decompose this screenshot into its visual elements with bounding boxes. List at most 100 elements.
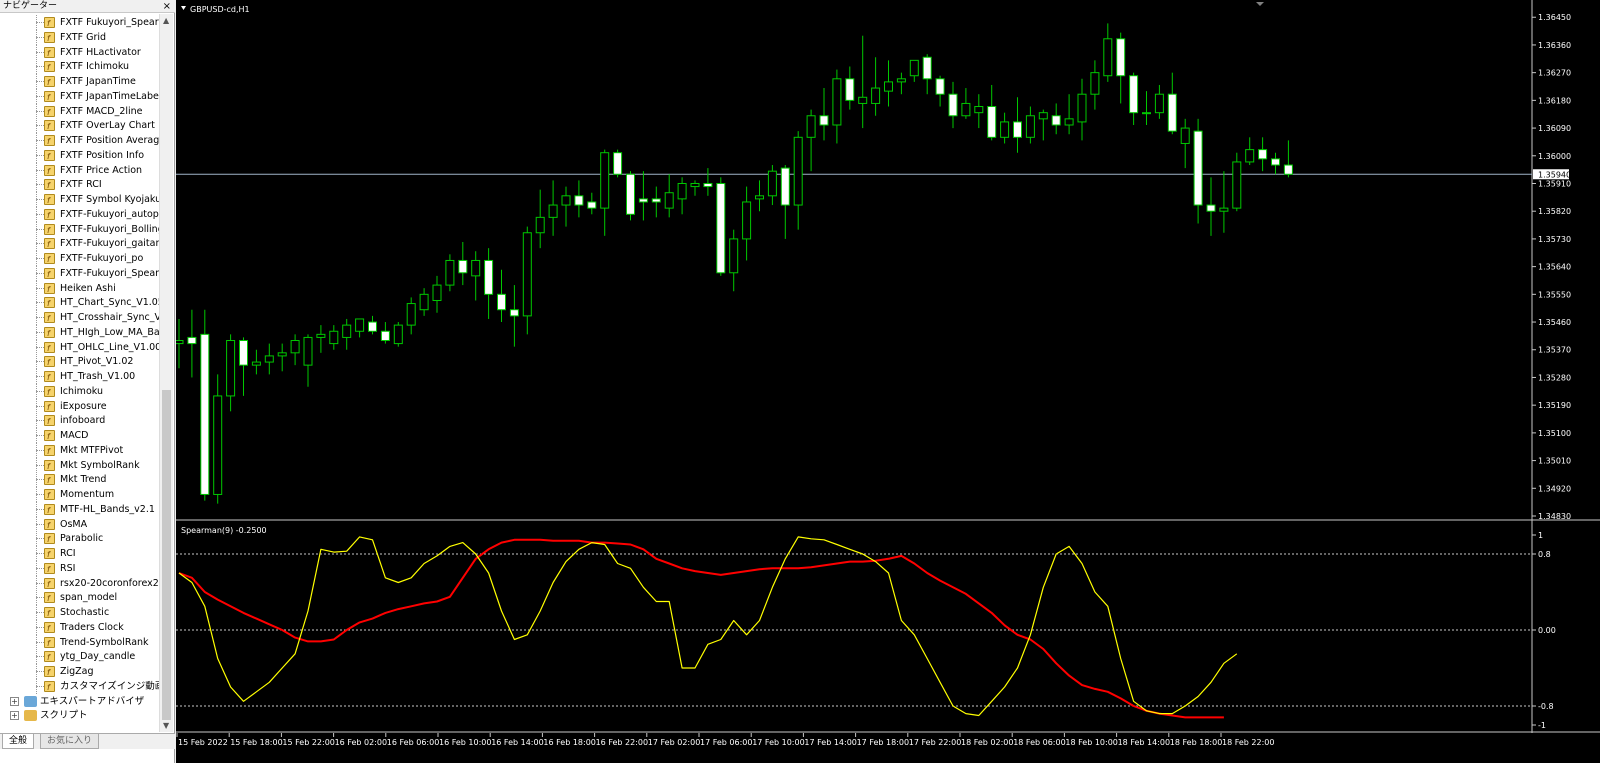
navigator-indicator-item[interactable]: FXTF-Fukuyori_gaitame [0,236,160,252]
navigator-indicator-item[interactable]: Heiken Ashi [0,280,160,296]
navigator-indicator-item[interactable]: FXTF Ichimoku [0,59,160,75]
navigator-indicator-item[interactable]: Trend-SymbolRank [0,634,160,650]
bullish-candle-body [690,182,700,188]
price-axis-label: 1.35280 [1538,373,1571,382]
bearish-candle-body [1051,115,1061,126]
bearish-candle-body [1129,75,1139,114]
navigator-indicator-item[interactable]: HT_Pivot_V1.02 [0,354,160,370]
navigator-indicator-item[interactable]: MACD [0,428,160,443]
navigator-indicator-item[interactable]: HT_Chart_Sync_V1.051 [0,295,160,311]
scrollbar-thumb[interactable] [162,390,171,720]
navigator-indicator-item[interactable]: FXTF JapanTime [0,74,160,89]
navigator-indicator-item[interactable]: FXTF Fukuyori_Spearm [0,15,160,30]
price-axis-label: 1.36360 [1538,41,1571,50]
navigator-indicator-item[interactable]: HT_Crosshair_Sync_V1. [0,310,160,325]
custom-indicator-icon [44,252,55,266]
navigator-indicator-item[interactable]: FXTF RCI [0,177,160,193]
navigator-indicator-item[interactable]: MTF-HL_Bands_v2.1 [0,501,160,517]
time-axis-label: 18 Feb 18:00 [1170,738,1222,747]
navigator-item-label: FXTF-Fukuyori_Spearm [60,267,160,279]
navigator-group-scripts[interactable]: + スクリプト [0,708,160,723]
navigator-indicator-item[interactable]: FXTF Position Info [0,147,160,163]
bullish-candle-body [729,238,739,274]
candle [1232,152,1242,212]
custom-indicator-icon [44,488,55,502]
navigator-indicator-item[interactable]: ZigZag [0,664,160,679]
navigator-indicator-item[interactable]: FXTF JapanTimeLabel [0,88,160,104]
navigator-close-button[interactable]: × [163,0,171,13]
custom-indicator-icon [44,149,55,163]
bearish-candle-body [484,259,494,295]
tab-favorites[interactable]: お気に入り [40,734,100,749]
navigator-indicator-item[interactable]: FXTF OverLay Chart [0,118,160,134]
time-axis-label: 18 Feb 14:00 [1118,738,1170,747]
navigator-indicator-item[interactable]: FXTF MACD_2line [0,103,160,119]
navigator-indicator-item[interactable]: Stochastic [0,605,160,620]
indicator-axis-label: -0.8 [1538,702,1554,711]
navigator-indicator-item[interactable]: FXTF-Fukuyori_autopiv [0,206,160,222]
navigator-item-label: FXTF Price Action [60,164,143,176]
scroll-up-icon[interactable]: ▲ [163,16,169,25]
navigator-indicator-item[interactable]: Parabolic [0,531,160,547]
expand-icon[interactable]: + [10,711,19,721]
navigator-indicator-item[interactable]: FXTF-Fukuyori_Spearm [0,265,160,281]
navigator-indicator-item[interactable]: カスタマイズインジ動画制 [0,678,160,694]
navigator-indicator-item[interactable]: ytg_Day_candle [0,649,160,665]
bullish-candle-body [858,96,868,104]
custom-indicator-icon [44,282,55,296]
bullish-candle-body [961,102,971,117]
scroll-down-icon[interactable]: ▼ [163,721,169,730]
custom-indicator-icon [44,370,55,384]
custom-indicator-icon [44,606,55,620]
navigator-indicator-item[interactable]: Mkt Trend [0,472,160,488]
navigator-indicator-item[interactable]: Traders Clock [0,619,160,635]
navigator-indicator-item[interactable]: FXTF-Fukuyori_Bolling [0,221,160,237]
navigator-indicator-item[interactable]: FXTF Symbol Kyojaku [0,192,160,207]
time-axis-label: 17 Feb 10:00 [752,738,804,747]
navigator-indicator-item[interactable]: Ichimoku [0,383,160,399]
spearman-subwindow[interactable]: 1 0.8 0.00 -0.8 -1 Spearman(9) -0.2500 [176,521,1600,733]
bullish-candle-body [1154,93,1164,114]
navigator-indicator-item[interactable]: FXTF Price Action [0,162,160,178]
bullish-candle-body [793,136,803,206]
navigator-indicator-item[interactable]: HT_OHLC_Line_V1.00 [0,339,160,355]
bearish-candle-body [703,182,713,188]
navigator-scrollbar[interactable]: ▲ ▼ [159,14,173,732]
navigator-item-label: FXTF OverLay Chart [60,120,155,132]
bullish-candle-body [303,336,313,366]
indicator-axis-label: 0.00 [1538,626,1556,635]
navigator-indicator-item[interactable]: FXTF Grid [0,29,160,45]
navigator-indicator-item[interactable]: Mkt SymbolRank [0,457,160,473]
navigator-indicator-item[interactable]: OsMA [0,516,160,532]
price-axis-label: 1.35370 [1538,346,1571,355]
navigator-indicator-item[interactable]: FXTF-Fukuyori_po [0,251,160,266]
custom-indicator-icon [44,650,55,664]
time-axis-label: 18 Feb 06:00 [1013,738,1065,747]
bearish-candle-body [458,259,468,274]
navigator-panel: ナビゲーター × FXTF Fukuyori_SpearmFXTF GridFX… [0,0,175,763]
navigator-item-label: Heiken Ashi [60,282,116,294]
tab-general[interactable]: 全般 [2,734,35,749]
navigator-indicator-item[interactable]: RCI [0,546,160,561]
navigator-indicator-item[interactable]: iExposure [0,398,160,414]
navigator-indicator-item[interactable]: HT_HIgh_Low_MA_Bar [0,324,160,340]
navigator-indicator-item[interactable]: FXTF Position Average [0,133,160,148]
bullish-candle-body [290,340,300,354]
price-chart[interactable]: 1.36450 1.36360 1.36270 1.36180 1.36090 1.360… [176,0,1600,521]
navigator-indicator-item[interactable]: HT_Trash_V1.00 [0,369,160,384]
navigator-indicator-item[interactable]: FXTF HLactivator [0,44,160,60]
navigator-indicator-item[interactable]: span_model [0,590,160,606]
navigator-indicator-item[interactable]: Mkt MTFPivot [0,442,160,458]
time-axis-label: 17 Feb 14:00 [804,738,856,747]
navigator-indicator-item[interactable]: rsx20-20coronforex20- [0,575,160,591]
navigator-group-experts[interactable]: + エキスパートアドバイザ [0,694,160,709]
navigator-item-label: FXTF RCI [60,179,102,191]
bullish-candle-body [176,340,184,345]
expand-icon[interactable]: + [10,696,19,706]
navigator-indicator-item[interactable]: Momentum [0,487,160,502]
chart-window[interactable]: 1.36450 1.36360 1.36270 1.36180 1.36090 1.360… [176,0,1600,763]
bearish-candle-body [239,340,248,366]
bearish-candle-body [187,336,197,345]
navigator-indicator-item[interactable]: infoboard [0,413,160,429]
navigator-indicator-item[interactable]: RSI [0,560,160,576]
